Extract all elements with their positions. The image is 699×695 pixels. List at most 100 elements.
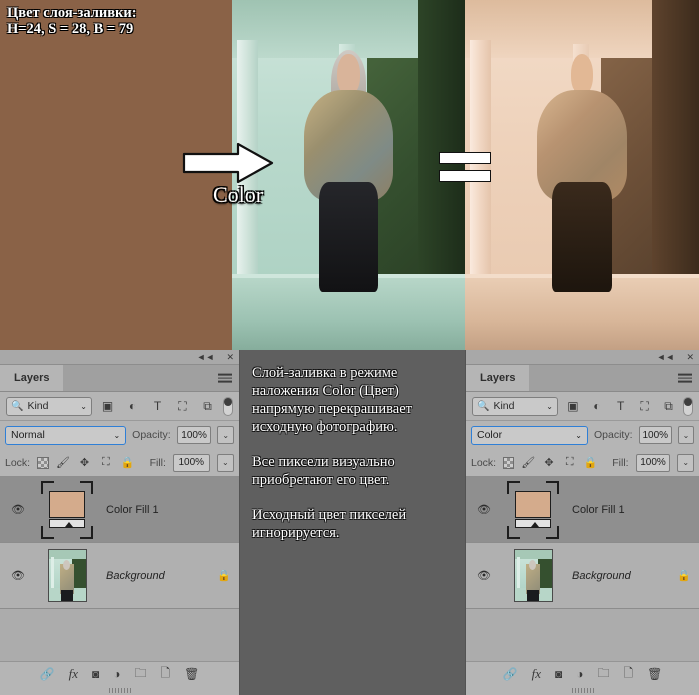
fill-slider-icon [49,518,85,528]
new-group-icon[interactable]: 🗀 [134,664,146,685]
blend-mode-select[interactable]: Normal ⌄ [5,425,127,445]
new-layer-icon[interactable]: 🗋 [623,664,633,685]
tab-layers[interactable]: Layers [466,365,530,391]
hamburger-menu-icon[interactable] [678,373,692,383]
collapse-icon[interactable]: ◄◄ [197,352,215,362]
fill-input[interactable]: 100% [172,453,210,472]
table-row[interactable]: 👁 Background 🔒 [466,543,699,609]
equals-badge-icon [439,152,491,182]
collapse-icon[interactable]: ◄◄ [657,352,675,362]
new-adjustment-layer-icon[interactable]: ◑ [576,667,583,681]
fill-input[interactable]: 100% [635,453,671,472]
layer-visibility-icon[interactable]: 👁 [466,503,502,516]
opacity-chevron-icon[interactable]: ⌄ [217,426,234,444]
lock-label: Lock: [5,456,31,469]
layer-name[interactable]: Background [564,570,669,582]
layer-name[interactable]: Background [98,570,209,582]
lock-position-icon[interactable]: ✥ [77,455,91,470]
filter-enable-toggle[interactable] [223,396,233,416]
close-icon[interactable]: ✕ [686,352,694,362]
layers-panel-left: ◄◄ ✕ Layers 🔍 Kind ⌄ ▣ ◐ T ⛶ ⧉ Normal ⌄ … [0,350,240,695]
lock-artboard-icon[interactable]: ⛶ [563,455,577,470]
panel-titlebar-right: ◄◄ ✕ [466,350,699,365]
chevron-down-icon: ⌄ [80,401,87,411]
opacity-chevron-icon[interactable]: ⌄ [678,426,694,444]
filter-kind-label: Kind [27,400,49,412]
layer-style-fx-icon[interactable]: fx [69,666,78,682]
layers-panel-toolbar-left: 🔗 fx ◙ ◑ 🗀 🗋 🗑 [0,661,239,686]
shape-layer-filter-icon[interactable]: ⛶ [173,397,192,416]
woman-subject [535,52,629,292]
panel-resize-grip[interactable] [466,686,699,695]
layer-visibility-icon[interactable]: 👁 [466,569,502,582]
type-layer-filter-icon[interactable]: T [612,397,630,416]
table-row[interactable]: 👁 Color Fill 1 [466,477,699,543]
fill-chevron-icon[interactable]: ⌄ [216,453,235,472]
screenshot-root: Цвет слоя-заливки: H=24, S = 28, B = 79 [0,0,699,695]
blend-mode-select[interactable]: Color ⌄ [471,425,588,445]
blend-mode-row-right: Color ⌄ Opacity: 100% ⌄ [466,421,699,449]
layer-thumbnail[interactable] [502,480,564,539]
pixel-layer-filter-icon[interactable]: ▣ [564,397,582,416]
delete-layer-icon[interactable]: 🗑 [184,667,199,681]
link-layers-icon[interactable]: 🔗 [503,667,518,681]
arrow-label: Color [212,182,264,207]
new-group-icon[interactable]: 🗀 [597,664,609,685]
layer-visibility-icon[interactable]: 👁 [0,569,36,582]
hamburger-menu-icon[interactable] [218,373,232,383]
table-row[interactable]: 👁 Background 🔒 [0,543,239,609]
shape-layer-filter-icon[interactable]: ⛶ [636,397,654,416]
fill-color-swatch [515,490,551,518]
layer-name[interactable]: Color Fill 1 [98,504,209,516]
layer-list-right: 👁 Color Fill 1 👁 Background 🔒 [466,477,699,661]
close-icon[interactable]: ✕ [226,352,234,362]
opacity-label: Opacity: [132,429,171,441]
lock-label: Lock: [471,456,497,469]
lock-image-pixels-icon[interactable]: 🖌 [56,455,70,470]
lock-transparent-pixels-icon[interactable] [503,456,515,469]
layer-thumbnail[interactable] [36,549,98,602]
filter-kind-select[interactable]: 🔍 Kind ⌄ [472,396,558,416]
filter-kind-select[interactable]: 🔍 Kind ⌄ [6,396,92,416]
equals-bar-top [439,152,491,164]
table-row[interactable]: 👁 Color Fill 1 [0,477,239,543]
tab-layers[interactable]: Layers [0,365,64,391]
layer-filter-row-right: 🔍 Kind ⌄ ▣ ◐ T ⛶ ⧉ [466,392,699,421]
fill-chevron-icon[interactable]: ⌄ [677,453,694,472]
smart-object-filter-icon[interactable]: ⧉ [660,397,678,416]
chevron-down-icon: ⌄ [575,430,582,440]
fill-color-caption: Цвет слоя-заливки: H=24, S = 28, B = 79 [7,5,137,37]
filter-enable-toggle[interactable] [683,396,693,416]
lock-image-pixels-icon[interactable]: 🖌 [521,455,535,470]
lock-all-icon[interactable]: 🔒 [584,455,598,470]
delete-layer-icon[interactable]: 🗑 [647,667,662,681]
layer-style-fx-icon[interactable]: fx [532,666,541,682]
chevron-down-icon: ⌄ [546,401,553,411]
panel-titlebar-left: ◄◄ ✕ [0,350,239,365]
layer-thumbnail[interactable] [502,549,564,602]
new-adjustment-layer-icon[interactable]: ◑ [113,667,120,681]
layer-thumbnail[interactable] [36,480,98,539]
add-layer-mask-icon[interactable]: ◙ [92,667,99,681]
add-layer-mask-icon[interactable]: ◙ [555,667,562,681]
opacity-input[interactable]: 100% [638,426,672,444]
recolored-photo [465,0,699,350]
adjustment-layer-filter-icon[interactable]: ◐ [588,397,606,416]
adjustment-layer-filter-icon[interactable]: ◐ [123,397,142,416]
layer-visibility-icon[interactable]: 👁 [0,503,36,516]
layer-name[interactable]: Color Fill 1 [564,504,669,516]
lock-all-icon[interactable]: 🔒 [120,455,134,470]
smart-object-filter-icon[interactable]: ⧉ [198,397,217,416]
opacity-input[interactable]: 100% [176,426,212,444]
layer-filter-row-left: 🔍 Kind ⌄ ▣ ◐ T ⛶ ⧉ [0,392,239,421]
type-layer-filter-icon[interactable]: T [148,397,167,416]
panel-resize-grip[interactable] [0,686,239,695]
lock-transparent-pixels-icon[interactable] [37,456,49,469]
new-layer-icon[interactable]: 🗋 [160,664,170,685]
pixel-layer-filter-icon[interactable]: ▣ [98,397,117,416]
lock-artboard-icon[interactable]: ⛶ [99,455,113,470]
search-icon: 🔍 [11,400,24,412]
layer-locked-icon: 🔒 [677,570,691,582]
lock-position-icon[interactable]: ✥ [542,455,556,470]
link-layers-icon[interactable]: 🔗 [40,667,55,681]
